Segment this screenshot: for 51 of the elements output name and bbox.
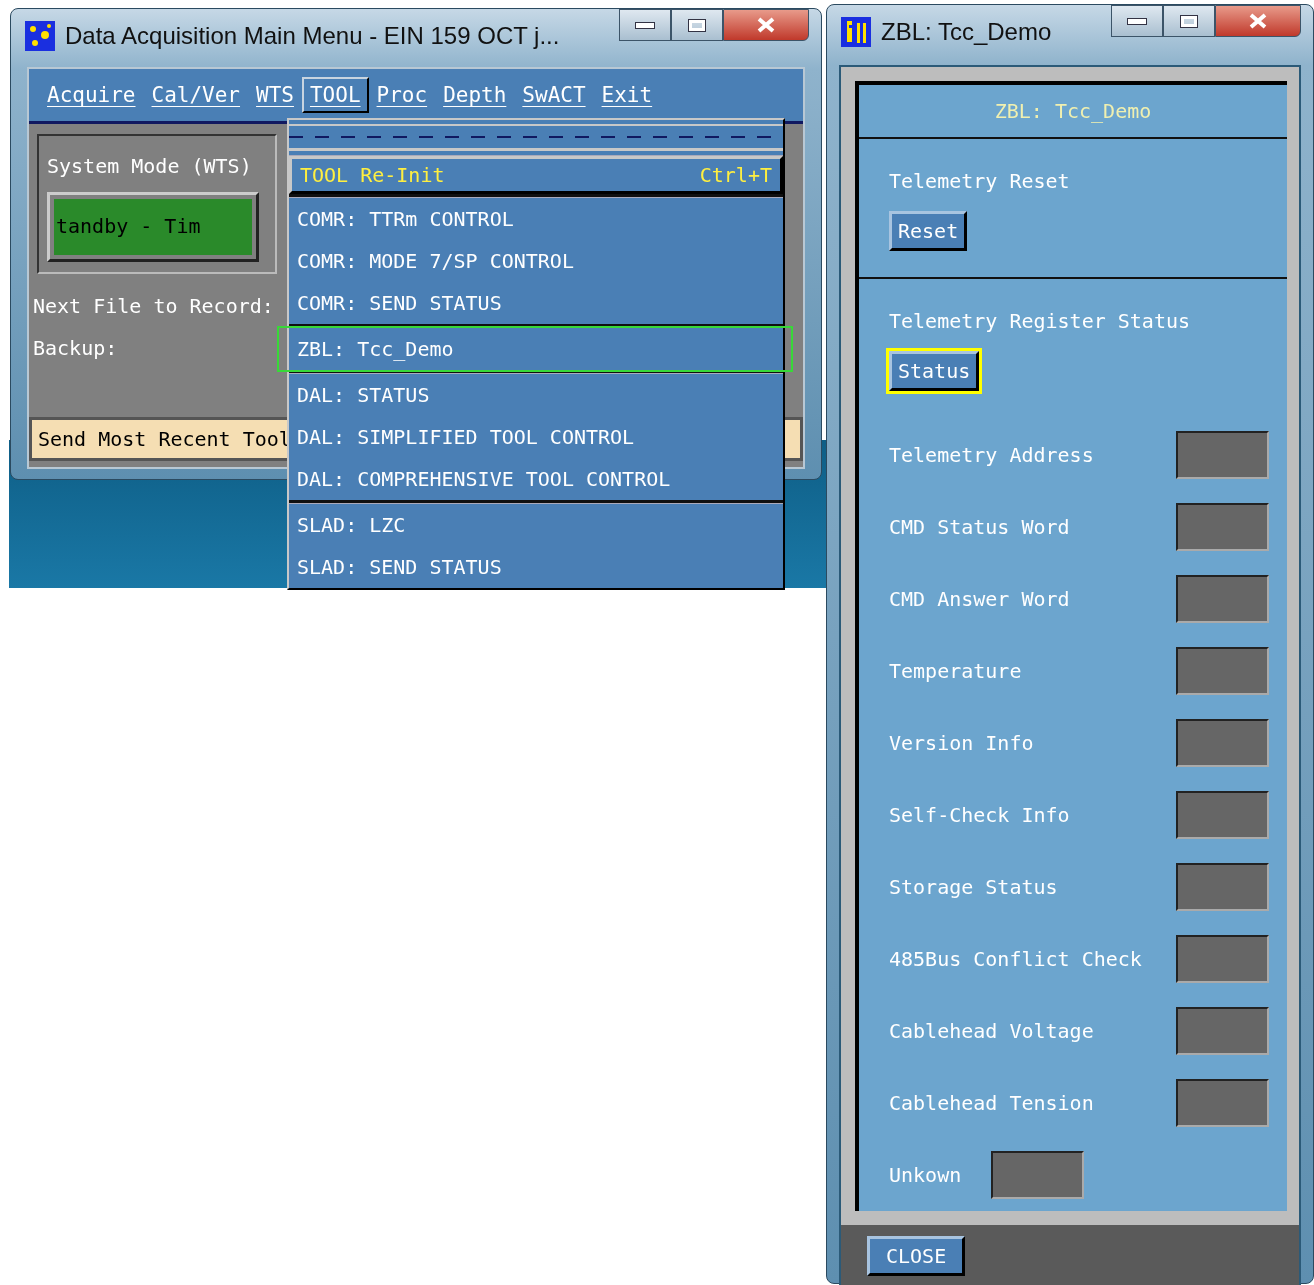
menu-item[interactable]: Exit bbox=[593, 77, 661, 113]
maximize-button[interactable] bbox=[1163, 5, 1215, 37]
readout-label: Cablehead Tension bbox=[889, 1091, 1094, 1115]
menu-entry[interactable]: DAL: SIMPLIFIED TOOL CONTROL bbox=[289, 416, 783, 458]
menu-item[interactable]: Depth bbox=[435, 77, 515, 113]
menu-entry[interactable]: DAL: STATUS bbox=[289, 374, 783, 416]
close-button[interactable]: CLOSE bbox=[867, 1236, 966, 1276]
readout-label: Version Info bbox=[889, 731, 1034, 755]
menu-entry[interactable]: COMR: TTRm CONTROL bbox=[289, 198, 783, 240]
mode-display: tandby - Tim bbox=[47, 192, 259, 262]
close-button[interactable] bbox=[1215, 5, 1301, 37]
readout-label: 485Bus Conflict Check bbox=[889, 947, 1142, 971]
menu-entry[interactable]: DAL: COMPREHENSIVE TOOL CONTROL bbox=[289, 458, 783, 500]
backup-label: Backup: bbox=[33, 336, 118, 360]
readout-label: Cablehead Voltage bbox=[889, 1019, 1094, 1043]
maximize-button[interactable] bbox=[671, 9, 723, 41]
menu-entry[interactable]: COMR: MODE 7/SP CONTROL bbox=[289, 240, 783, 282]
readout-label: CMD Answer Word bbox=[889, 587, 1070, 611]
menu-entry[interactable]: TOOL Re-Init Ctrl+T bbox=[289, 156, 783, 194]
section-label: Telemetry Register Status bbox=[889, 309, 1191, 333]
readout-label: Self-Check Info bbox=[889, 803, 1070, 827]
system-mode-label: System Mode (WTS) bbox=[47, 154, 253, 178]
action-button[interactable]: Status bbox=[886, 348, 983, 394]
menu-entry[interactable]: COMR: SEND STATUS bbox=[289, 282, 783, 324]
app-icon bbox=[25, 21, 55, 51]
readout-label: Storage Status bbox=[889, 875, 1058, 899]
menu-item[interactable]: Cal/Ver bbox=[143, 77, 249, 113]
menu-entry[interactable]: ZBL: Tcc_Demo bbox=[279, 328, 791, 370]
menu-entry[interactable]: SLAD: LZC bbox=[289, 504, 783, 546]
app-icon bbox=[841, 17, 871, 47]
readout-label: CMD Status Word bbox=[889, 515, 1070, 539]
window-title: Data Acquisition Main Menu - EIN 159 OCT j... bbox=[65, 22, 560, 50]
menu-item[interactable]: WTS bbox=[248, 77, 302, 113]
next-file-label: Next File to Record: bbox=[33, 294, 274, 318]
menu-item[interactable]: Proc bbox=[368, 77, 436, 113]
minimize-button[interactable] bbox=[619, 9, 671, 41]
menu-item[interactable]: TOOL bbox=[301, 77, 369, 113]
close-icon bbox=[756, 17, 776, 33]
readout-label: Temperature bbox=[889, 659, 1022, 683]
section-label: Telemetry Reset bbox=[889, 169, 1070, 193]
close-icon bbox=[1248, 13, 1268, 29]
action-button[interactable]: Reset bbox=[889, 211, 968, 251]
close-button[interactable] bbox=[723, 9, 809, 41]
readout-label: Unkown bbox=[889, 1163, 962, 1187]
window-title: ZBL: Tcc_Demo bbox=[881, 18, 1052, 46]
panel-title: ZBL: Tcc_Demo bbox=[994, 99, 1152, 123]
readout-label: Telemetry Address bbox=[889, 443, 1094, 467]
menu-entry[interactable]: SLAD: SEND STATUS bbox=[289, 546, 783, 588]
menu-item[interactable]: Acquire bbox=[39, 77, 144, 113]
minimize-button[interactable] bbox=[1111, 5, 1163, 37]
menu-item[interactable]: SwACT bbox=[514, 77, 594, 113]
